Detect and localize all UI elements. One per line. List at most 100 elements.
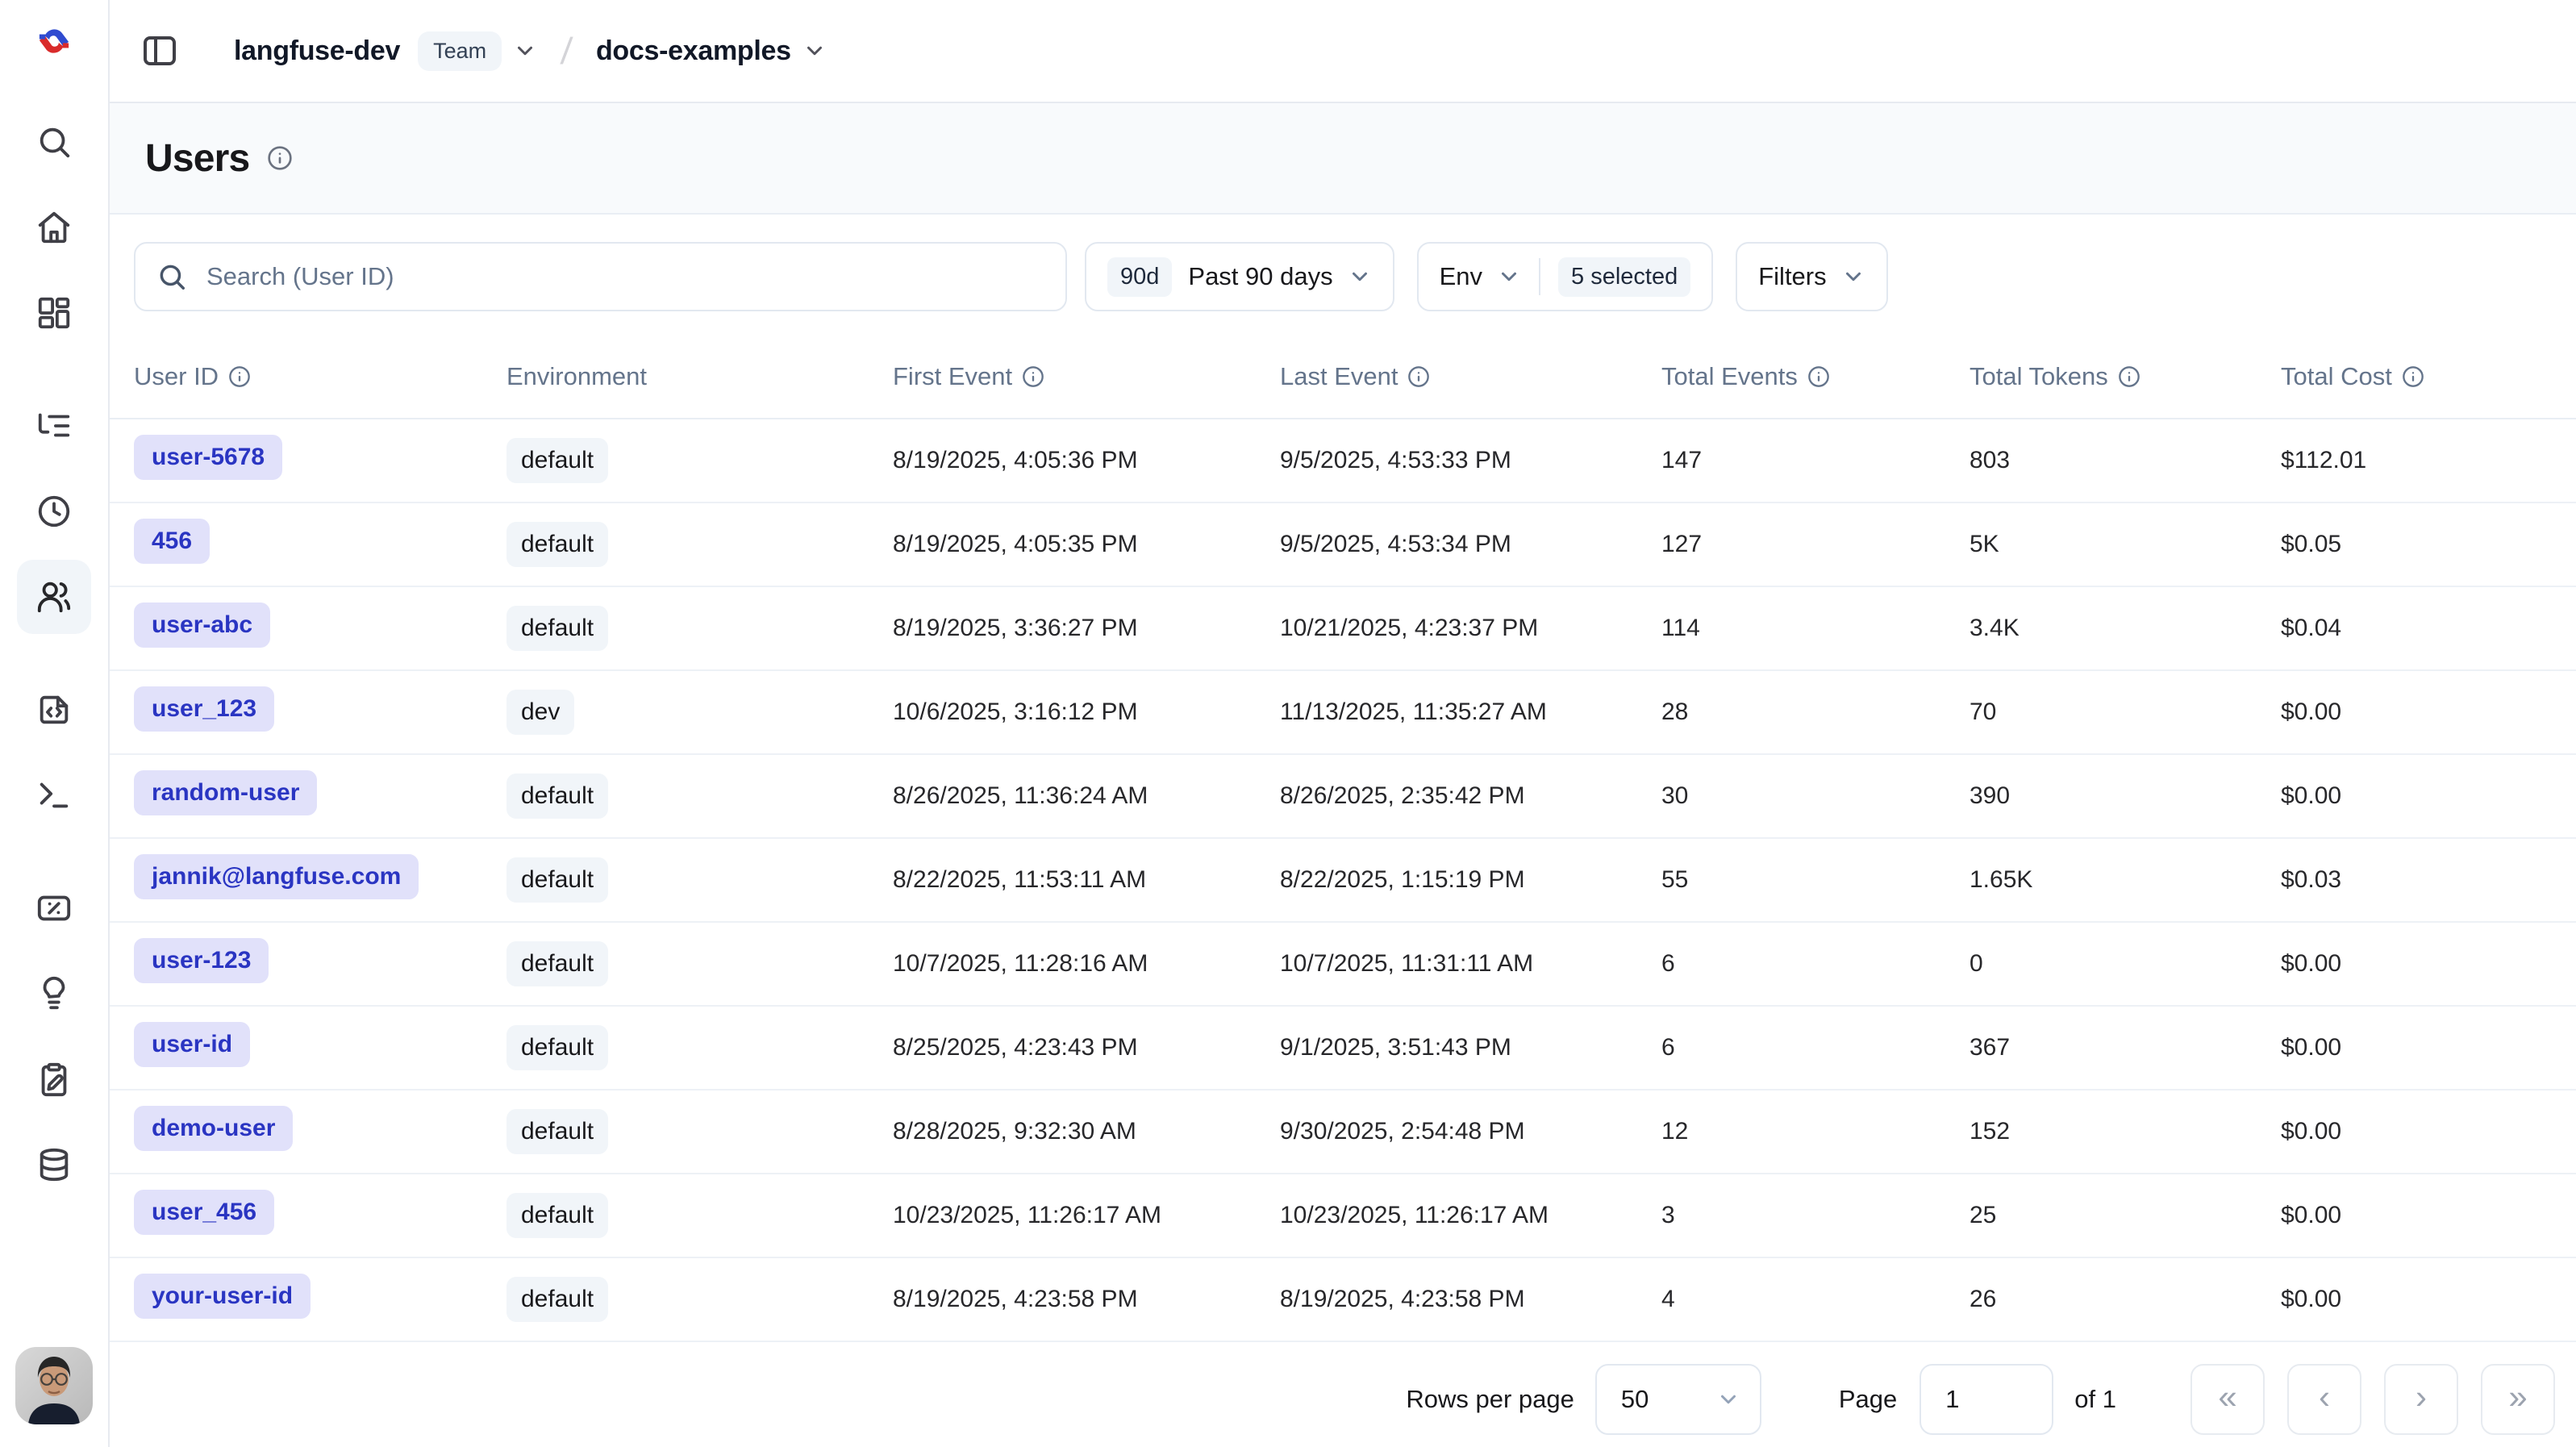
sidebar-nav — [17, 105, 91, 1213]
total-tokens-cell: 26 — [1970, 1286, 2281, 1313]
user-id-pill[interactable]: demo-user — [134, 1106, 293, 1151]
environment-badge: default — [506, 1109, 608, 1154]
last-event-cell: 8/26/2025, 2:35:42 PM — [1280, 782, 1661, 810]
sidebar-toggle-icon[interactable] — [139, 30, 181, 72]
column-header-label: User ID — [134, 362, 219, 391]
langfuse-logo — [31, 18, 77, 65]
org-plan-badge: Team — [418, 31, 502, 71]
column-header[interactable]: Total Tokens — [1970, 362, 2281, 391]
first-event-cell: 10/7/2025, 11:28:16 AM — [893, 950, 1280, 978]
total-events-cell: 6 — [1661, 1034, 1970, 1061]
total-cost-cell: $0.00 — [2281, 1202, 2576, 1229]
table-row[interactable]: user-123 default 10/7/2025, 11:28:16 AM … — [110, 923, 2576, 1007]
dashboard-icon[interactable] — [17, 276, 91, 350]
total-events-cell: 55 — [1661, 866, 1970, 894]
annotation-clipboard-icon[interactable] — [17, 1042, 91, 1116]
org-name[interactable]: langfuse-dev — [234, 35, 400, 67]
total-cost-cell: $0.00 — [2281, 950, 2576, 978]
column-header-label: Environment — [506, 362, 647, 391]
column-header[interactable]: Last Event — [1280, 362, 1661, 391]
table-header-row: User ID Environment First Event Last Eve… — [110, 336, 2576, 419]
column-info-icon[interactable] — [1022, 365, 1044, 388]
column-info-icon[interactable] — [1407, 365, 1430, 388]
sessions-clock-icon[interactable] — [17, 474, 91, 548]
page-title: Users — [145, 136, 249, 181]
prompts-file-code-icon[interactable] — [17, 673, 91, 747]
column-info-icon[interactable] — [2402, 365, 2424, 388]
total-cost-cell: $0.00 — [2281, 782, 2576, 810]
table-row[interactable]: user-id default 8/25/2025, 4:23:43 PM 9/… — [110, 1007, 2576, 1090]
user-id-pill[interactable]: 456 — [134, 519, 210, 564]
home-icon[interactable] — [17, 190, 91, 265]
environment-badge: default — [506, 1193, 608, 1238]
table-row[interactable]: user-abc default 8/19/2025, 3:36:27 PM 1… — [110, 587, 2576, 671]
table-row[interactable]: user_456 default 10/23/2025, 11:26:17 AM… — [110, 1174, 2576, 1258]
table-row[interactable]: demo-user default 8/28/2025, 9:32:30 AM … — [110, 1090, 2576, 1174]
chevron-down-icon — [1716, 1387, 1740, 1412]
next-page-button[interactable]: › — [2384, 1364, 2458, 1435]
column-header[interactable]: Environment — [506, 362, 893, 391]
pagination-bar: Rows per page 50 Page of 1 « ‹ › » — [110, 1352, 2576, 1447]
chevron-right-icon: › — [2416, 1380, 2427, 1414]
table-row[interactable]: 456 default 8/19/2025, 4:05:35 PM 9/5/20… — [110, 503, 2576, 587]
total-tokens-cell: 1.65K — [1970, 866, 2281, 894]
user-id-pill[interactable]: random-user — [134, 770, 317, 815]
column-info-icon[interactable] — [228, 365, 251, 388]
last-page-button[interactable]: » — [2481, 1364, 2555, 1435]
user-id-pill[interactable]: user-abc — [134, 603, 270, 648]
date-range-badge: 90d — [1107, 257, 1172, 297]
pager-buttons: « ‹ › » — [2190, 1364, 2555, 1435]
environment-badge: default — [506, 522, 608, 567]
total-events-cell: 147 — [1661, 447, 1970, 474]
project-chevron-down-icon[interactable] — [802, 39, 827, 63]
traces-tree-icon[interactable] — [17, 389, 91, 463]
users-icon[interactable] — [17, 560, 91, 634]
user-id-pill[interactable]: user_456 — [134, 1190, 274, 1235]
search-input[interactable] — [206, 262, 1044, 291]
filters-label: Filters — [1758, 262, 1826, 291]
playground-terminal-icon[interactable] — [17, 758, 91, 832]
first-event-cell: 8/25/2025, 4:23:43 PM — [893, 1034, 1280, 1061]
previous-page-button[interactable]: ‹ — [2287, 1364, 2361, 1435]
env-filter-button[interactable]: Env 5 selected — [1417, 242, 1714, 311]
datasets-database-icon[interactable] — [17, 1128, 91, 1202]
user-id-pill[interactable]: user_123 — [134, 686, 274, 732]
total-cost-cell: $0.00 — [2281, 1034, 2576, 1061]
user-id-pill[interactable]: user-123 — [134, 938, 269, 983]
user-id-pill[interactable]: user-5678 — [134, 435, 282, 480]
column-header[interactable]: Total Cost — [2281, 362, 2576, 391]
user-avatar[interactable] — [15, 1347, 93, 1424]
filters-button[interactable]: Filters — [1736, 242, 1887, 311]
page-number-input[interactable] — [1919, 1364, 2053, 1435]
table-row[interactable]: jannik@langfuse.com default 8/22/2025, 1… — [110, 839, 2576, 923]
user-id-pill[interactable]: jannik@langfuse.com — [134, 854, 419, 899]
user-id-pill[interactable]: user-id — [134, 1022, 250, 1067]
total-events-cell: 28 — [1661, 698, 1970, 726]
column-header[interactable]: First Event — [893, 362, 1280, 391]
rows-per-page-select[interactable]: 50 — [1595, 1364, 1761, 1435]
table-row[interactable]: user_123 dev 10/6/2025, 3:16:12 PM 11/13… — [110, 671, 2576, 755]
column-header[interactable]: Total Events — [1661, 362, 1970, 391]
first-page-button[interactable]: « — [2190, 1364, 2265, 1435]
org-chevron-down-icon[interactable] — [513, 39, 537, 63]
column-info-icon[interactable] — [2118, 365, 2140, 388]
first-event-cell: 8/28/2025, 9:32:30 AM — [893, 1118, 1280, 1145]
breadcrumb-separator: / — [559, 29, 573, 73]
search-icon[interactable] — [17, 105, 91, 179]
table-row[interactable]: random-user default 8/26/2025, 11:36:24 … — [110, 755, 2576, 839]
total-tokens-cell: 5K — [1970, 531, 2281, 558]
toolbar: 90d Past 90 days Env 5 selected Filters — [134, 242, 2552, 311]
column-header[interactable]: User ID — [134, 362, 506, 391]
evaluation-percent-icon[interactable] — [17, 871, 91, 945]
project-name[interactable]: docs-examples — [596, 35, 791, 67]
insights-lightbulb-icon[interactable] — [17, 957, 91, 1031]
table-row[interactable]: your-user-id default 8/19/2025, 4:23:58 … — [110, 1258, 2576, 1342]
table-row[interactable]: user-5678 default 8/19/2025, 4:05:36 PM … — [110, 419, 2576, 503]
last-event-cell: 11/13/2025, 11:35:27 AM — [1280, 698, 1661, 726]
page-title-info-icon[interactable] — [267, 145, 293, 171]
total-cost-cell: $0.04 — [2281, 615, 2576, 642]
user-id-pill[interactable]: your-user-id — [134, 1274, 311, 1319]
date-range-button[interactable]: 90d Past 90 days — [1085, 242, 1394, 311]
search-icon — [156, 261, 187, 292]
column-info-icon[interactable] — [1807, 365, 1830, 388]
